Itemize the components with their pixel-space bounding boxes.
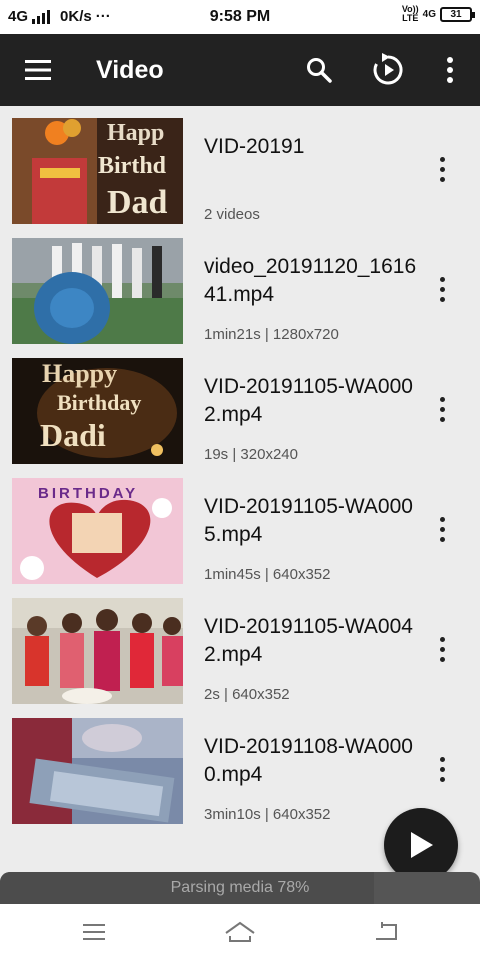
video-meta: 19s | 320x240 xyxy=(204,446,298,463)
lte-label: LTE xyxy=(402,13,419,23)
thumbnail-image xyxy=(12,238,183,344)
parsing-progress-bar: Parsing media 78% xyxy=(0,872,480,904)
search-icon[interactable] xyxy=(297,48,341,92)
video-title: VID-20191105-WA0042.mp4 xyxy=(204,615,413,666)
recents-icon[interactable] xyxy=(74,914,114,950)
play-button[interactable] xyxy=(384,808,458,882)
more-vert-icon[interactable] xyxy=(426,624,458,674)
app-bar: Video xyxy=(0,34,480,106)
system-nav-bar xyxy=(0,904,480,960)
svg-text:Dadi: Dadi xyxy=(40,417,106,453)
thumbnail-image xyxy=(12,718,183,824)
battery-icon: 31 xyxy=(440,6,475,22)
list-item[interactable]: VID-20191105-WA0042.mp4 2s | 640x352 xyxy=(0,586,480,706)
more-vert-icon[interactable] xyxy=(426,504,458,554)
video-thumbnail xyxy=(12,238,183,344)
thumbnail-image xyxy=(12,598,183,704)
more-vert-icon[interactable] xyxy=(426,264,458,314)
more-vert-icon[interactable] xyxy=(426,744,458,794)
data-4g-label: 4G xyxy=(422,8,436,20)
more-vert-icon[interactable] xyxy=(428,48,472,92)
video-thumbnail: Happ Birthd Dad xyxy=(12,118,183,224)
svg-text:Birthday: Birthday xyxy=(57,390,141,415)
list-item[interactable]: Happ Birthd Dad VID-20191 2 videos xyxy=(0,106,480,226)
svg-text:Happy: Happy xyxy=(42,359,117,388)
video-title: VID-20191105-WA0005.mp4 xyxy=(204,495,413,546)
play-icon xyxy=(411,832,433,858)
back-icon[interactable] xyxy=(366,914,406,950)
video-meta: 1min45s | 640x352 xyxy=(204,566,331,583)
status-right: Vo)) LTE 4G 31 xyxy=(402,5,475,23)
volte-indicator: Vo)) LTE xyxy=(402,5,419,23)
thumbnail-image: Happy Birthday Dadi xyxy=(12,358,183,464)
video-thumbnail xyxy=(12,718,183,824)
svg-text:BIRTHDAY: BIRTHDAY xyxy=(38,485,138,502)
thumbnail-image: Happ Birthd Dad xyxy=(12,118,183,224)
video-thumbnail: BIRTHDAY xyxy=(12,478,183,584)
status-bar: 4G 0K/s ··· 9:58 PM Vo)) LTE 4G 31 xyxy=(0,0,480,34)
svg-text:Dad: Dad xyxy=(107,184,168,221)
video-thumbnail xyxy=(12,598,183,704)
video-title: video_20191120_161641.mp4 xyxy=(204,255,417,306)
video-meta: 1min21s | 1280x720 xyxy=(204,326,339,343)
thumbnail-image: BIRTHDAY xyxy=(12,478,183,584)
parsing-status: Parsing media 78% xyxy=(170,879,310,896)
menu-icon[interactable] xyxy=(16,48,60,92)
list-item[interactable]: VID-20191108-WA0000.mp4 3min10s | 640x35… xyxy=(0,706,480,826)
video-meta: 2s | 640x352 xyxy=(204,686,290,703)
list-item[interactable]: Happy Birthday Dadi VID-20191105-WA0002.… xyxy=(0,346,480,466)
svg-text:Birthd: Birthd xyxy=(98,153,167,179)
video-title: VID-20191108-WA0000.mp4 xyxy=(204,735,413,786)
more-vert-icon[interactable] xyxy=(426,144,458,194)
video-thumbnail: Happy Birthday Dadi xyxy=(12,358,183,464)
more-vert-icon[interactable] xyxy=(426,384,458,434)
refresh-icon[interactable] xyxy=(366,48,410,92)
video-meta: 3min10s | 640x352 xyxy=(204,806,331,823)
list-item[interactable]: BIRTHDAY VID-20191105-WA0005.mp4 1min45s… xyxy=(0,466,480,586)
battery-level: 31 xyxy=(450,8,462,20)
home-icon[interactable] xyxy=(220,914,260,950)
list-item[interactable]: video_20191120_161641.mp4 1min21s | 1280… xyxy=(0,226,480,346)
page-title: Video xyxy=(96,56,164,84)
video-title: VID-20191105-WA0002.mp4 xyxy=(204,375,413,426)
svg-text:Happ: Happ xyxy=(107,120,164,146)
video-meta: 2 videos xyxy=(204,206,260,223)
video-title: VID-20191 xyxy=(204,135,305,158)
